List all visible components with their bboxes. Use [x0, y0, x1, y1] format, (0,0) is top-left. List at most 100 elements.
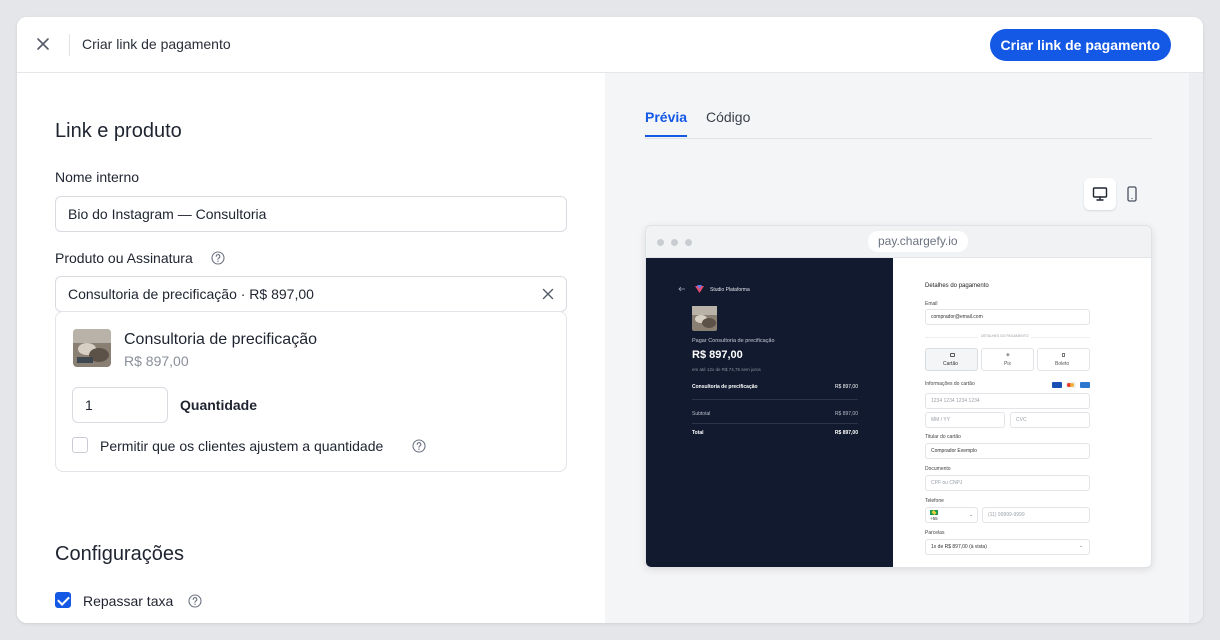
document-placeholder: CPF ou CNPJ: [931, 480, 963, 486]
create-payment-link-modal: Criar link de pagamento Criar link de pa…: [17, 17, 1203, 623]
subtotal-amount: R$ 897,00: [834, 411, 858, 417]
clear-icon[interactable]: [541, 287, 555, 301]
help-icon[interactable]: [412, 439, 426, 453]
adjust-quantity-label: Permitir que os clientes ajustem a quant…: [100, 438, 384, 454]
phone-input[interactable]: (11) 99999-9999: [982, 507, 1090, 523]
cvc-input[interactable]: CVC: [1010, 412, 1090, 428]
phone-placeholder: (11) 99999-9999: [988, 512, 1025, 518]
help-icon[interactable]: [188, 594, 202, 608]
document-input[interactable]: CPF ou CNPJ: [925, 475, 1090, 491]
card-info-label: Informações do cartão: [925, 381, 975, 387]
mastercard-icon: [1066, 382, 1076, 388]
phone-label: Telefone: [925, 498, 944, 504]
installments-note: em até 12x de R$ 74,75 sem juros: [692, 367, 761, 372]
product-label: Produto ou Assinatura: [55, 250, 193, 266]
cvc-placeholder: CVC: [1016, 417, 1027, 423]
window-dot: [671, 239, 678, 246]
tab-preview[interactable]: Prévia: [645, 109, 688, 137]
header-divider: [69, 34, 70, 56]
checkout-summary: Studio Plataforma Pagar Consultoria de p…: [646, 258, 893, 567]
installments-label: Parcelas: [925, 530, 945, 536]
phone-code: +55: [930, 516, 938, 521]
total-label: Total: [692, 430, 704, 436]
close-icon[interactable]: [34, 35, 52, 53]
email-label: Email: [925, 301, 938, 307]
method-card-label: Cartão: [943, 361, 959, 367]
tab-code[interactable]: Código: [706, 109, 750, 135]
desktop-icon: [1092, 187, 1108, 201]
divider-label: DETALHES DO PAGAMENTO: [978, 334, 1032, 338]
holder-value: Comprador Exemplo: [931, 448, 977, 454]
section-title-settings: Configurações: [55, 543, 184, 565]
email-value: comprador@email.com: [931, 314, 983, 320]
total-amount: R$ 897,00: [834, 430, 858, 436]
preview-tabs: Prévia Código: [645, 109, 1152, 139]
browser-bar: pay.chargefy.io: [646, 226, 1151, 258]
brand-logo-icon: [695, 285, 704, 293]
desktop-view-button[interactable]: [1084, 178, 1116, 210]
country-code-select[interactable]: +55 ⌄: [925, 507, 978, 523]
chevron-down-icon: ⌄: [1079, 543, 1084, 549]
section-title-link-product: Link e produto: [55, 120, 182, 142]
browser-url: pay.chargefy.io: [868, 231, 968, 252]
mobile-icon: [1127, 186, 1137, 202]
internal-name-input[interactable]: Bio do Instagram — Consultoria: [55, 196, 567, 232]
visa-icon: [1052, 382, 1062, 388]
form-panel: Link e produto Nome interno Bio do Insta…: [17, 73, 605, 623]
back-arrow-icon: [678, 286, 685, 292]
product-name: Consultoria de precificação: [124, 331, 317, 348]
method-pix-button[interactable]: ◈ Pix: [981, 348, 1034, 371]
internal-name-label: Nome interno: [55, 169, 140, 185]
holder-input[interactable]: Comprador Exemplo: [925, 443, 1090, 459]
installments-value: 1x de R$ 897,00 (à vista): [931, 544, 987, 550]
modal-title: Criar link de pagamento: [82, 36, 231, 52]
help-icon[interactable]: [211, 251, 225, 265]
window-dot: [657, 239, 664, 246]
checkout-email-input[interactable]: comprador@email.com: [925, 309, 1090, 325]
payment-details-title: Detalhes do pagamento: [925, 283, 989, 289]
adjust-quantity-checkbox[interactable]: [72, 437, 88, 453]
method-pix-label: Pix: [1004, 361, 1011, 367]
pix-icon: ◈: [1006, 352, 1010, 358]
create-link-button[interactable]: Criar link de pagamento: [989, 29, 1171, 61]
checkout-payment-form: Detalhes do pagamento Email comprador@em…: [893, 258, 1151, 567]
product-thumbnail: [73, 329, 111, 367]
summary-divider: [692, 399, 858, 400]
checkout-product-thumbnail: [692, 306, 717, 331]
checkout-amount: R$ 897,00: [692, 349, 743, 361]
document-icon: [1062, 353, 1065, 357]
scrollbar[interactable]: [1189, 73, 1203, 623]
installments-select[interactable]: 1x de R$ 897,00 (à vista) ⌄: [925, 539, 1090, 555]
preview-panel: Prévia Código pay.chargefy.io Studio Pla…: [605, 73, 1203, 623]
checkout-preview-browser: pay.chargefy.io Studio Plataforma Pagar …: [645, 225, 1152, 568]
line-item-name: Consultoria de precificação: [692, 384, 758, 390]
card-number-input[interactable]: 1234 1234 1234 1234: [925, 393, 1090, 409]
document-label: Documento: [925, 466, 951, 472]
brazil-flag-icon: [930, 510, 938, 515]
quantity-input[interactable]: 1: [72, 387, 168, 423]
subtotal-label: Subtotal: [692, 411, 711, 417]
modal-header: Criar link de pagamento Criar link de pa…: [17, 17, 1203, 73]
mobile-view-button[interactable]: [1116, 178, 1148, 210]
expiry-input[interactable]: MM / YY: [925, 412, 1005, 428]
card-number-placeholder: 1234 1234 1234 1234: [931, 398, 980, 404]
pass-fee-checkbox[interactable]: [55, 592, 71, 608]
holder-label: Titular do cartão: [925, 434, 961, 440]
method-boleto-button[interactable]: Boleto: [1037, 348, 1090, 371]
line-item-amount: R$ 897,00: [834, 384, 858, 390]
amex-icon: [1080, 382, 1090, 388]
method-boleto-label: Boleto: [1055, 361, 1070, 367]
quantity-label: Quantidade: [180, 397, 258, 413]
chevron-down-icon: ⌄: [969, 512, 974, 518]
expiry-placeholder: MM / YY: [931, 417, 951, 423]
method-card-button[interactable]: Cartão: [925, 348, 978, 371]
pay-label: Pagar Consultoria de precificação: [692, 338, 775, 344]
credit-card-icon: [950, 353, 955, 357]
summary-divider: [692, 423, 858, 424]
product-select[interactable]: Consultoria de precificação · R$ 897,00: [55, 276, 567, 312]
product-price: R$ 897,00: [124, 353, 189, 369]
pass-fee-label: Repassar taxa: [83, 593, 174, 609]
brand-name: Studio Plataforma: [710, 287, 750, 293]
product-card: Consultoria de precificação R$ 897,00 1 …: [55, 311, 567, 472]
window-dot: [685, 239, 692, 246]
